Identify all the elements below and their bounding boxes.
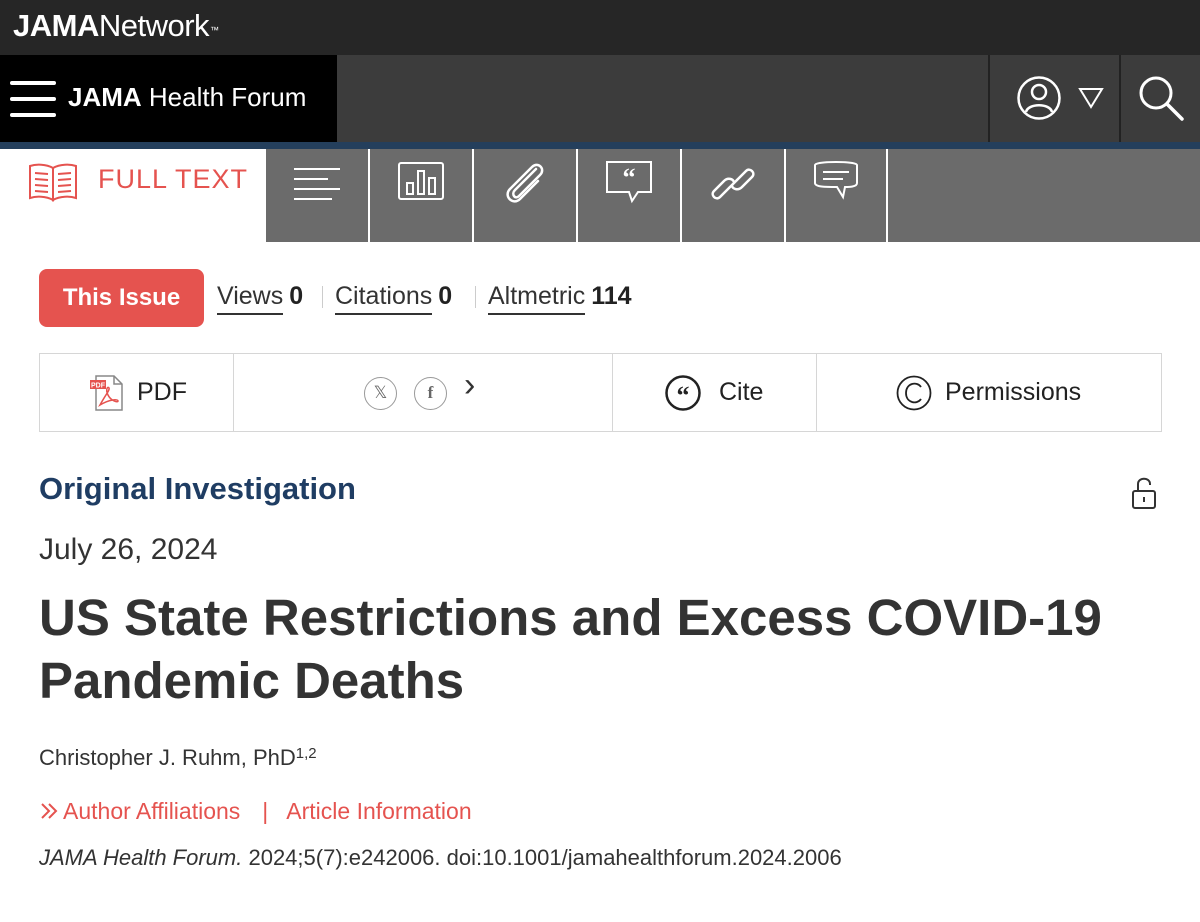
- article-title: US State Restrictions and Excess COVID-1…: [39, 589, 1102, 709]
- outline-icon: [294, 168, 340, 200]
- tab-related[interactable]: [682, 149, 784, 242]
- author-name[interactable]: Christopher J. Ruhm, PhD: [39, 745, 296, 770]
- svg-text:PDF: PDF: [91, 383, 106, 390]
- pdf-label: PDF: [137, 378, 187, 406]
- citation-line: JAMA Health Forum. 2024;5(7):e242006. do…: [39, 844, 842, 872]
- open-book-icon: [29, 163, 77, 202]
- altmetric-label: Altmetric: [488, 281, 586, 315]
- views-value: 0: [289, 282, 304, 310]
- tab-outline[interactable]: [266, 149, 368, 242]
- comment-bubble-icon: [814, 161, 858, 200]
- permissions-button[interactable]: Permissions: [817, 354, 1161, 431]
- metric-separator: [322, 286, 323, 308]
- journal-title-bold: JAMA: [68, 82, 142, 112]
- quote-bubble-icon: “: [606, 161, 652, 204]
- this-issue-button[interactable]: This Issue: [39, 269, 204, 327]
- svg-text:“: “: [677, 381, 690, 410]
- header-divider: [1119, 55, 1121, 142]
- tab-figures[interactable]: [370, 149, 472, 242]
- pdf-icon: PDF: [90, 375, 123, 411]
- copyright-icon: [896, 375, 932, 411]
- altmetric-metric[interactable]: Altmetric 114: [488, 281, 632, 315]
- views-label: Views: [217, 281, 284, 315]
- unlock-icon: [1131, 476, 1157, 515]
- double-chevron-right-icon: [41, 803, 58, 819]
- article-information-link[interactable]: Article Information: [286, 798, 471, 824]
- metric-separator: [475, 286, 476, 308]
- network-logo-bold: JAMA: [13, 8, 99, 43]
- tab-full-text[interactable]: FULL TEXT: [0, 149, 266, 242]
- journal-title-light: Health Forum: [148, 82, 307, 112]
- header-accent-line: [0, 142, 1200, 149]
- tab-references[interactable]: “: [578, 149, 680, 242]
- author-affiliations-link[interactable]: Author Affiliations: [39, 798, 240, 824]
- search-icon[interactable]: [1136, 73, 1186, 123]
- cite-quote-icon: “: [665, 375, 701, 411]
- article-links: Author Affiliations | Article Information: [39, 796, 472, 826]
- journal-title[interactable]: JAMA Health Forum: [68, 82, 306, 112]
- header-divider: [988, 55, 990, 142]
- article-tabbar: FULL TEXT “: [0, 149, 1200, 242]
- network-header: JAMANetwork™: [0, 0, 1200, 55]
- facebook-share-icon[interactable]: f: [414, 377, 447, 410]
- link-separator: |: [262, 798, 269, 824]
- trademark: ™: [210, 25, 219, 35]
- link-chain-icon: [711, 168, 755, 200]
- citations-value: 0: [438, 282, 453, 310]
- paperclip-icon: [506, 163, 544, 203]
- altmetric-value: 114: [591, 282, 632, 310]
- citation-details: 2024;5(7):e242006. doi:10.1001/jamahealt…: [242, 845, 842, 870]
- network-logo-light: Network: [98, 8, 210, 43]
- tab-bar-filler: [888, 149, 1200, 242]
- svg-text:“: “: [623, 163, 636, 192]
- article-type: Original Investigation: [39, 471, 356, 506]
- citations-metric[interactable]: Citations 0: [335, 281, 452, 315]
- author-affiliation-sup: 1,2: [295, 745, 317, 762]
- pdf-button[interactable]: PDF PDF: [40, 354, 233, 431]
- author-affiliations-label: Author Affiliations: [63, 798, 241, 824]
- x-share-icon[interactable]: 𝕏: [364, 377, 397, 410]
- share-group: 𝕏 f ›: [234, 354, 612, 431]
- chevron-right-icon[interactable]: ›: [464, 368, 475, 402]
- publication-date: July 26, 2024: [39, 533, 218, 566]
- account-dropdown-icon[interactable]: [1077, 85, 1105, 111]
- permissions-label: Permissions: [945, 378, 1082, 406]
- citations-label: Citations: [335, 281, 433, 315]
- tab-supplemental[interactable]: [474, 149, 576, 242]
- jama-network-logo[interactable]: JAMANetwork™: [13, 9, 219, 43]
- hamburger-menu-icon[interactable]: [10, 81, 56, 117]
- figures-icon: [398, 162, 444, 200]
- journal-header: JAMA Health Forum: [0, 55, 1200, 142]
- citation-journal: JAMA Health Forum.: [39, 845, 243, 870]
- views-metric[interactable]: Views 0: [217, 281, 303, 315]
- user-account-icon[interactable]: [1016, 75, 1062, 121]
- cite-button[interactable]: “ Cite: [613, 354, 816, 431]
- journal-brand: JAMA Health Forum: [0, 55, 337, 142]
- cite-label: Cite: [719, 378, 764, 406]
- author-line: Christopher J. Ruhm, PhD1,2: [39, 744, 317, 772]
- tab-comments[interactable]: [786, 149, 886, 242]
- tab-full-text-label: FULL TEXT: [98, 164, 249, 194]
- article-toolbar: PDF PDF 𝕏 f › “ Cite Permissions: [39, 353, 1162, 432]
